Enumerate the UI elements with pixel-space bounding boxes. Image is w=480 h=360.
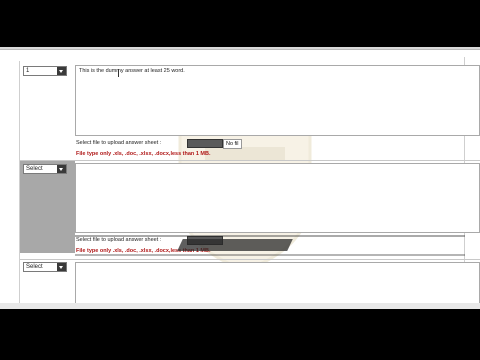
answer-textarea-2[interactable]	[75, 163, 480, 233]
chevron-down-icon	[57, 263, 66, 271]
motion-smear-line	[75, 254, 465, 256]
answer-textarea-1[interactable]: This is the dummy answer at least 25 wor…	[75, 65, 480, 136]
marks-select-2[interactable]: Select	[23, 164, 67, 174]
question-answer-form: 1 This is the dummy answer at least 25 w…	[0, 47, 480, 309]
chevron-down-icon	[57, 165, 66, 173]
motion-smear-line	[75, 235, 465, 237]
upload-label-2: Select file to upload answer sheet :	[76, 237, 162, 243]
upload-label-1: Select file to upload answer sheet :	[76, 140, 162, 146]
marks-select-1[interactable]: 1	[23, 66, 67, 76]
select-value-1: 1	[26, 68, 30, 74]
text-cursor-icon	[118, 69, 120, 77]
answer-text-1: This is the dummy answer at least 25 wor…	[79, 68, 185, 74]
top-divider	[0, 47, 480, 50]
answer-textarea-3[interactable]	[75, 262, 480, 308]
choose-file-button-1[interactable]	[187, 139, 223, 148]
bottom-band	[0, 303, 480, 309]
select-value-3: Select	[26, 264, 43, 270]
question-block-3: Select	[20, 260, 480, 308]
question-block-1: 1 This is the dummy answer at least 25 w…	[20, 61, 480, 161]
file-type-note-1: File type only .xls, .doc, .xlsx, .docx,…	[76, 151, 211, 157]
motion-smear	[177, 239, 293, 251]
select-value-2: Select	[26, 166, 43, 172]
chevron-down-icon	[57, 67, 66, 75]
marks-select-3[interactable]: Select	[23, 262, 67, 272]
file-status-1: No fil	[223, 139, 242, 149]
